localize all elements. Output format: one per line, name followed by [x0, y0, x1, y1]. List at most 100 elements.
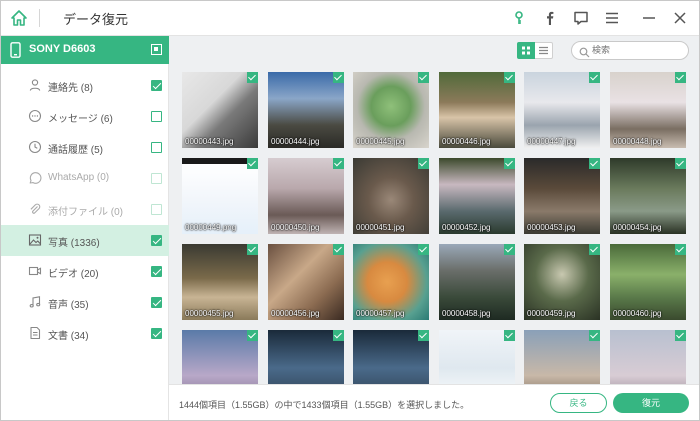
- photo-checkbox[interactable]: [333, 244, 344, 255]
- photo-checkbox[interactable]: [675, 244, 686, 255]
- whatsapp-icon: [28, 171, 42, 185]
- photo-checkbox[interactable]: [589, 330, 600, 341]
- sidebar-item-music[interactable]: 音声 (35): [1, 287, 169, 318]
- sidebar-item-paperclip[interactable]: 添付ファイル (0): [1, 194, 169, 225]
- sidebar-item-label: メッセージ (6): [48, 114, 113, 125]
- photo-thumbnail[interactable]: 00000453.jpg: [524, 158, 600, 234]
- photo-filename: 00000445.jpg: [356, 137, 405, 146]
- back-button[interactable]: 戻る: [550, 393, 607, 413]
- search-input[interactable]: [592, 44, 682, 57]
- photo-checkbox[interactable]: [333, 330, 344, 341]
- photo-checkbox[interactable]: [675, 330, 686, 341]
- video-icon: [28, 264, 42, 278]
- photo-thumbnail[interactable]: 00000452.jpg: [439, 158, 515, 234]
- photo-filename: 00000459.jpg: [527, 309, 576, 318]
- photo-filename: 00000446.jpg: [442, 137, 491, 146]
- photo-thumbnail[interactable]: 00000462.jpg: [268, 330, 344, 384]
- key-icon[interactable]: [510, 9, 528, 27]
- minimize-icon[interactable]: [640, 9, 658, 27]
- bottom-bar: 1444個項目（1.55GB）の中で1433個項目（1.55GB）を選択しました…: [169, 384, 699, 420]
- photo-checkbox[interactable]: [589, 72, 600, 83]
- photo-checkbox[interactable]: [247, 158, 258, 169]
- photo-checkbox[interactable]: [247, 72, 258, 83]
- sidebar-item-label: 写真 (1336): [48, 238, 100, 249]
- photo-checkbox[interactable]: [418, 158, 429, 169]
- photo-filename: 00000443.jpg: [185, 137, 234, 146]
- photo-checkbox[interactable]: [247, 330, 258, 341]
- photo-thumbnail[interactable]: 00000445.jpg: [353, 72, 429, 148]
- sidebar: SONY D6603 連絡先 (8) メッセージ (6) 通話履歴 (5) Whats…: [1, 36, 169, 420]
- photo-checkbox[interactable]: [675, 158, 686, 169]
- sidebar-item-label: 通話履歴 (5): [48, 145, 103, 156]
- photo-checkbox[interactable]: [418, 72, 429, 83]
- home-icon[interactable]: [9, 8, 29, 28]
- photo-filename: 00000456.jpg: [271, 309, 320, 318]
- photo-filename: 00000457.jpg: [356, 309, 405, 318]
- device-checkbox[interactable]: [151, 44, 162, 55]
- photo-filename: 00000454.jpg: [613, 223, 662, 232]
- photo-thumbnail[interactable]: 00000450.jpg: [268, 158, 344, 234]
- photo-checkbox[interactable]: [504, 72, 515, 83]
- photo-checkbox[interactable]: [418, 244, 429, 255]
- photo-checkbox[interactable]: [675, 72, 686, 83]
- photo-checkbox[interactable]: [504, 158, 515, 169]
- list-view-button[interactable]: [535, 42, 553, 59]
- photo-filename: 00000460.jpg: [613, 309, 662, 318]
- recover-button[interactable]: 復元: [613, 393, 689, 413]
- photo-filename: 00000451.jpg: [356, 223, 405, 232]
- photo-checkbox[interactable]: [418, 330, 429, 341]
- search-box[interactable]: [571, 41, 689, 60]
- category-checkbox[interactable]: [151, 111, 162, 122]
- category-checkbox: [151, 204, 162, 215]
- category-checkbox[interactable]: [151, 328, 162, 339]
- feedback-icon[interactable]: [572, 9, 590, 27]
- photo-thumbnail[interactable]: 00000460.jpg: [610, 244, 686, 320]
- photo-thumbnail[interactable]: 00000455.jpg: [182, 244, 258, 320]
- photo-checkbox[interactable]: [247, 244, 258, 255]
- facebook-icon[interactable]: [541, 9, 559, 27]
- photo-checkbox[interactable]: [504, 244, 515, 255]
- sidebar-item-label: 添付ファイル (0): [48, 207, 123, 218]
- photo-thumbnail[interactable]: 00000448.jpg: [610, 72, 686, 148]
- sidebar-item-label: ビデオ (20): [48, 269, 99, 280]
- sidebar-item-whatsapp[interactable]: WhatsApp (0): [1, 163, 169, 194]
- photo-thumbnail[interactable]: 00000449.png: [182, 158, 258, 234]
- sidebar-item-video[interactable]: ビデオ (20): [1, 256, 169, 287]
- category-checkbox[interactable]: [151, 142, 162, 153]
- photo-thumbnail[interactable]: 00000444.jpg: [268, 72, 344, 148]
- title-bar: データ復元: [1, 1, 699, 36]
- close-icon[interactable]: [671, 9, 689, 27]
- photo-checkbox[interactable]: [589, 244, 600, 255]
- category-checkbox[interactable]: [151, 266, 162, 277]
- menu-icon[interactable]: [603, 9, 621, 27]
- photo-thumbnail[interactable]: 00000451.jpg: [353, 158, 429, 234]
- photo-thumbnail[interactable]: 00000443.jpg: [182, 72, 258, 148]
- photo-thumbnail[interactable]: 00000459.jpg: [524, 244, 600, 320]
- category-checkbox[interactable]: [151, 297, 162, 308]
- photo-filename: 00000447.jpg: [527, 137, 576, 146]
- sidebar-item-photo[interactable]: 写真 (1336): [1, 225, 169, 256]
- device-header[interactable]: SONY D6603: [1, 36, 169, 64]
- photo-thumbnail[interactable]: 00000446.jpg: [439, 72, 515, 148]
- photo-thumbnail[interactable]: 00000461.jpg: [182, 330, 258, 384]
- photo-thumbnail[interactable]: 00000447.jpg: [524, 72, 600, 148]
- sidebar-item-contact[interactable]: 連絡先 (8): [1, 70, 169, 101]
- photo-checkbox[interactable]: [589, 158, 600, 169]
- photo-thumbnail[interactable]: 00000465.jpg: [524, 330, 600, 384]
- photo-thumbnail[interactable]: 00000456.jpg: [268, 244, 344, 320]
- photo-checkbox[interactable]: [333, 158, 344, 169]
- category-checkbox[interactable]: [151, 80, 162, 91]
- sidebar-item-message[interactable]: メッセージ (6): [1, 101, 169, 132]
- category-checkbox[interactable]: [151, 235, 162, 246]
- photo-checkbox[interactable]: [333, 72, 344, 83]
- sidebar-item-document[interactable]: 文書 (34): [1, 318, 169, 349]
- photo-thumbnail[interactable]: 00000463.jpg: [353, 330, 429, 384]
- photo-thumbnail[interactable]: 00000464.png: [439, 330, 515, 384]
- sidebar-item-clock[interactable]: 通話履歴 (5): [1, 132, 169, 163]
- photo-thumbnail[interactable]: 00000457.jpg: [353, 244, 429, 320]
- photo-thumbnail[interactable]: 00000458.jpg: [439, 244, 515, 320]
- photo-thumbnail[interactable]: 00000466.jpg: [610, 330, 686, 384]
- photo-thumbnail[interactable]: 00000454.jpg: [610, 158, 686, 234]
- photo-checkbox[interactable]: [504, 330, 515, 341]
- grid-view-button[interactable]: [517, 42, 535, 59]
